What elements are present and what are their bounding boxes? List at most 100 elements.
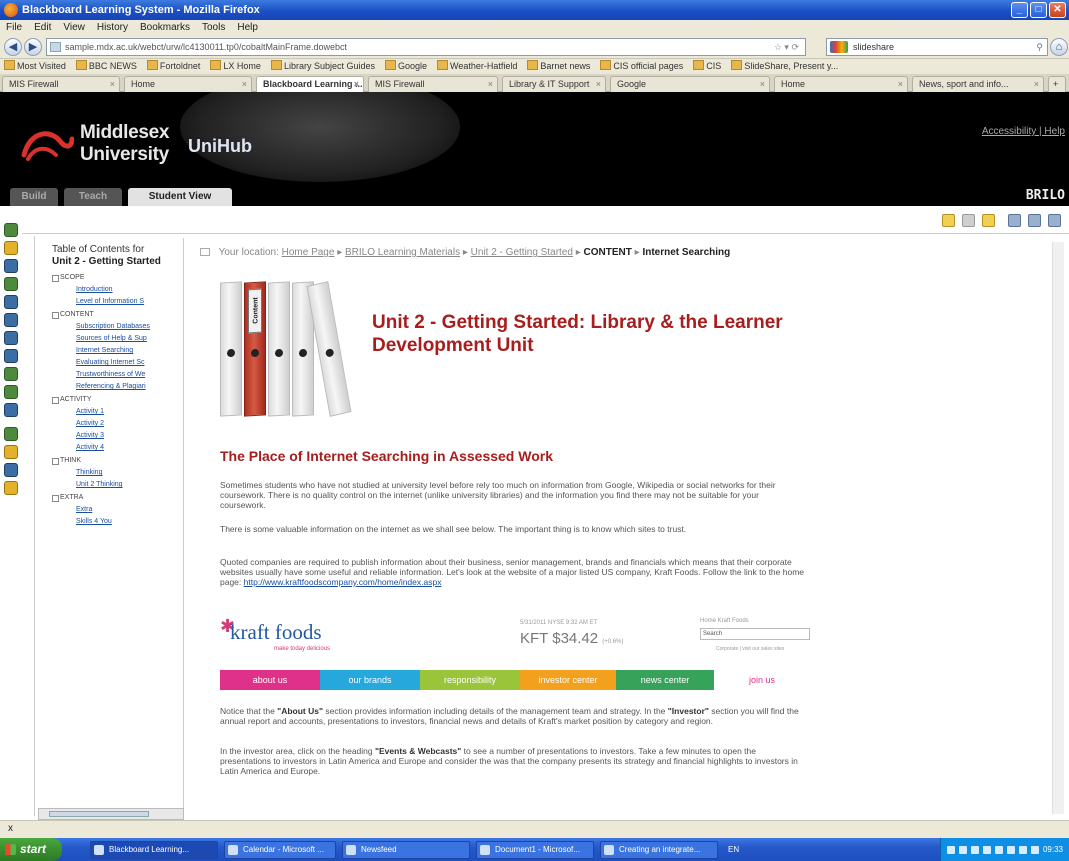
clock[interactable]: 09:33 bbox=[1043, 845, 1063, 854]
toc-link[interactable]: Level of Information S bbox=[38, 293, 183, 305]
close-tab-icon[interactable]: × bbox=[596, 77, 601, 91]
tray-icon[interactable] bbox=[1030, 845, 1039, 854]
menu-bookmarks[interactable]: Bookmarks bbox=[140, 20, 190, 35]
course-tool-icon[interactable] bbox=[4, 259, 18, 273]
course-tool-icon[interactable] bbox=[4, 385, 18, 399]
course-tool-icon[interactable] bbox=[4, 481, 18, 495]
minimize-button[interactable]: _ bbox=[1011, 2, 1028, 18]
bookmark-item[interactable]: Weather-Hatfield bbox=[437, 59, 517, 74]
new-tab-button[interactable]: + bbox=[1048, 76, 1066, 92]
bookmark-item[interactable]: Barnet news bbox=[527, 59, 590, 74]
course-tool-icon[interactable] bbox=[4, 463, 18, 477]
taskbar-button[interactable]: Calendar - Microsoft ... bbox=[224, 840, 336, 859]
toc-link[interactable]: Skills 4 You bbox=[38, 513, 183, 525]
toc-section[interactable]: SCOPE bbox=[38, 268, 183, 282]
browser-tab[interactable]: Home × bbox=[124, 76, 252, 92]
close-tab-icon[interactable]: × bbox=[898, 77, 903, 91]
print-icon[interactable] bbox=[962, 214, 975, 227]
close-tab-icon[interactable]: × bbox=[1034, 77, 1039, 91]
toc-link[interactable]: Activity 3 bbox=[38, 427, 183, 439]
home-button[interactable]: ⌂ bbox=[1050, 38, 1068, 56]
close-tab-icon[interactable]: × bbox=[242, 77, 247, 91]
close-button[interactable]: ✕ bbox=[1049, 2, 1066, 18]
content-vertical-scrollbar[interactable] bbox=[1052, 242, 1064, 814]
toc-link[interactable]: Introduction bbox=[38, 281, 183, 293]
frame-toggle-icon[interactable] bbox=[200, 248, 210, 256]
bookmark-item[interactable]: SlideShare, Present y... bbox=[731, 59, 838, 74]
menu-edit[interactable]: Edit bbox=[34, 20, 51, 35]
toc-section[interactable]: ACTIVITY bbox=[38, 390, 183, 404]
tab-student-view[interactable]: Student View bbox=[128, 188, 232, 206]
maximize-button[interactable]: □ bbox=[1030, 2, 1047, 18]
bookmark-item[interactable]: Most Visited bbox=[4, 59, 66, 74]
tab-teach[interactable]: Teach bbox=[64, 188, 122, 206]
toc-link[interactable]: Activity 4 bbox=[38, 439, 183, 451]
search-icon[interactable]: ⚲ bbox=[1036, 39, 1043, 55]
bookmark-star-icon[interactable]: ☆ ▾ ⟳ bbox=[774, 39, 799, 55]
search-input[interactable]: slideshare ⚲ bbox=[826, 38, 1048, 56]
language-indicator[interactable]: EN bbox=[728, 845, 739, 854]
browser-tab[interactable]: News, sport and info... × bbox=[912, 76, 1044, 92]
toc-link-current[interactable]: Internet Searching bbox=[38, 342, 183, 354]
bookmark-item[interactable]: BBC NEWS bbox=[76, 59, 137, 74]
scrollbar-thumb[interactable] bbox=[49, 811, 149, 817]
course-tool-icon[interactable] bbox=[4, 295, 18, 309]
taskbar-button[interactable]: Newsfeed bbox=[342, 840, 470, 859]
tray-icon[interactable] bbox=[1006, 845, 1015, 854]
bookmark-icon[interactable] bbox=[982, 214, 995, 227]
bookmark-item[interactable]: Google bbox=[385, 59, 427, 74]
back-button[interactable]: ◀ bbox=[4, 38, 22, 56]
toc-link[interactable]: Thinking bbox=[38, 464, 183, 476]
menu-tools[interactable]: Tools bbox=[202, 20, 225, 35]
forward-button[interactable]: ▶ bbox=[24, 38, 42, 56]
course-tool-icon[interactable] bbox=[4, 349, 18, 363]
kraft-link[interactable]: http://www.kraftfoodscompany.com/home/in… bbox=[244, 577, 442, 587]
course-tool-icon[interactable] bbox=[4, 277, 18, 291]
menu-view[interactable]: View bbox=[63, 20, 85, 35]
toc-link[interactable]: Subscription Databases bbox=[38, 318, 183, 330]
toc-link[interactable]: Evaluating Internet Sc bbox=[38, 354, 183, 366]
close-tab-icon[interactable]: × bbox=[760, 77, 765, 91]
course-home-icon[interactable] bbox=[4, 223, 18, 237]
toc-link[interactable]: Referencing & Plagiari bbox=[38, 378, 183, 390]
toc-horizontal-scrollbar[interactable] bbox=[38, 808, 184, 820]
taskbar-button[interactable]: Document1 - Microsof... bbox=[476, 840, 594, 859]
browser-tab-active[interactable]: Blackboard Learning ... × bbox=[256, 76, 364, 92]
course-tool-icon[interactable] bbox=[4, 445, 18, 459]
bookmark-item[interactable]: LX Home bbox=[210, 59, 261, 74]
toc-link[interactable]: Extra bbox=[38, 501, 183, 513]
toc-section[interactable]: CONTENT bbox=[38, 305, 183, 319]
menu-history[interactable]: History bbox=[97, 20, 128, 35]
address-bar[interactable]: sample.mdx.ac.uk/webct/urw/lc4130011.tp0… bbox=[46, 38, 806, 56]
tray-icon[interactable] bbox=[994, 845, 1003, 854]
expand-icon[interactable] bbox=[1048, 214, 1061, 227]
course-tool-icon[interactable] bbox=[4, 313, 18, 327]
toc-section[interactable]: EXTRA bbox=[38, 488, 183, 502]
header-links[interactable]: Accessibility | Help bbox=[982, 126, 1065, 137]
browser-tab[interactable]: Library & IT Support × bbox=[502, 76, 606, 92]
collapse-icon[interactable] bbox=[1028, 214, 1041, 227]
course-tool-icon[interactable] bbox=[4, 403, 18, 417]
browser-tab[interactable]: MIS Firewall × bbox=[2, 76, 120, 92]
toc-section[interactable]: THINK bbox=[38, 451, 183, 465]
note-icon[interactable] bbox=[942, 214, 955, 227]
close-tab-icon[interactable]: × bbox=[110, 77, 115, 91]
course-tool-icon[interactable] bbox=[4, 427, 18, 441]
course-tool-icon[interactable] bbox=[4, 241, 18, 255]
tray-icon[interactable] bbox=[1018, 845, 1027, 854]
bookmark-item[interactable]: Fortoldnet bbox=[147, 59, 201, 74]
tray-icon[interactable] bbox=[958, 845, 967, 854]
toc-link[interactable]: Activity 1 bbox=[38, 403, 183, 415]
menu-help[interactable]: Help bbox=[237, 20, 258, 35]
search-engine-icon[interactable] bbox=[830, 41, 848, 53]
close-tab-icon[interactable]: × bbox=[488, 77, 493, 91]
bookmark-item[interactable]: CIS official pages bbox=[600, 59, 683, 74]
close-tab-icon[interactable]: × bbox=[354, 77, 359, 91]
taskbar-button[interactable]: Creating an integrate... bbox=[600, 840, 718, 859]
toc-link[interactable]: Trustworthiness of We bbox=[38, 366, 183, 378]
bookmark-item[interactable]: CIS bbox=[693, 59, 721, 74]
layout-icon[interactable] bbox=[1008, 214, 1021, 227]
browser-tab[interactable]: Google × bbox=[610, 76, 770, 92]
course-tool-icon[interactable] bbox=[4, 367, 18, 381]
toc-link[interactable]: Unit 2 Thinking bbox=[38, 476, 183, 488]
